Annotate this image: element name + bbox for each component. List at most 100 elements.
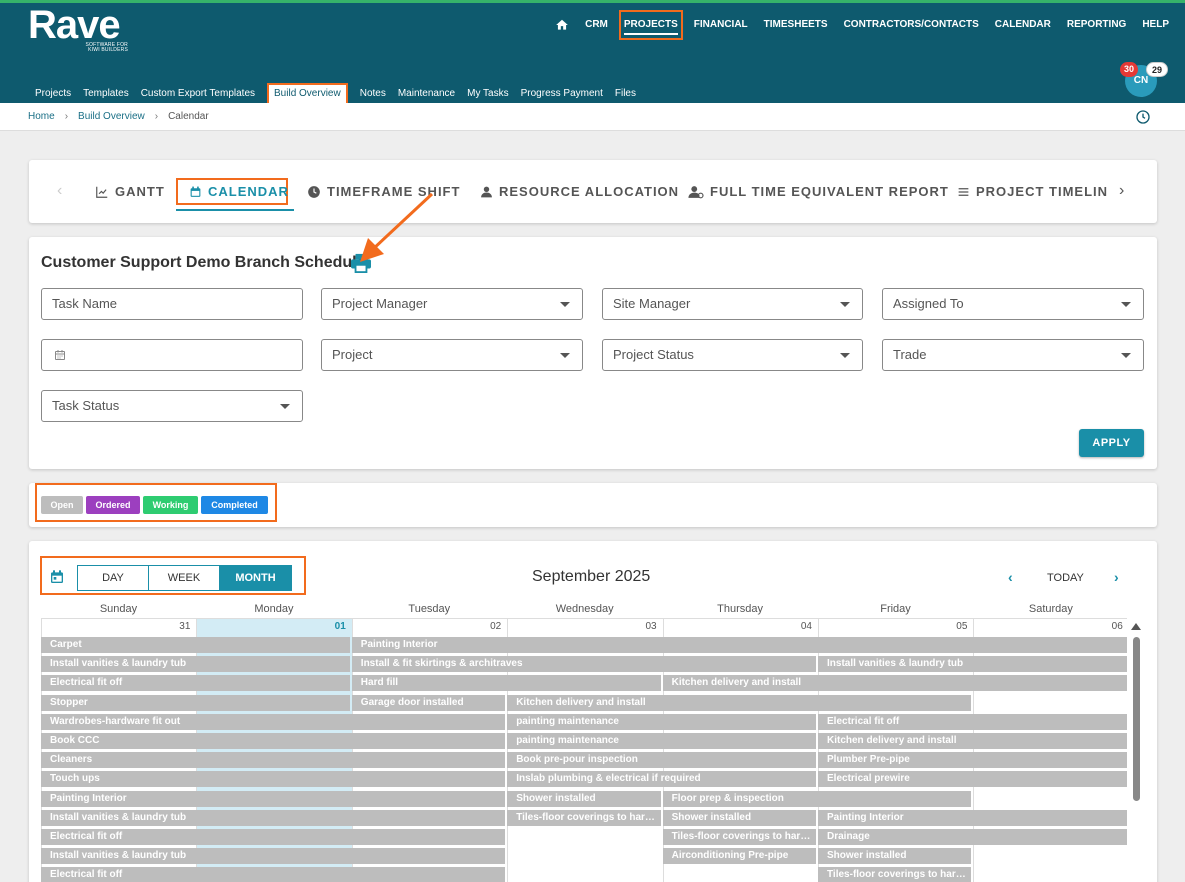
tab-gantt[interactable]: GANTT [95, 184, 165, 199]
task-status-select[interactable]: Task Status [41, 390, 303, 422]
subnav-notes[interactable]: Notes [360, 85, 386, 103]
tabs-prev-chevron-icon[interactable]: ‹ [57, 182, 62, 200]
nav-help[interactable]: HELP [1142, 15, 1169, 35]
calendar-card: DAY WEEK MONTH September 2025 ‹ TODAY › … [29, 541, 1157, 882]
subnav-my-tasks[interactable]: My Tasks [467, 85, 509, 103]
trade-select[interactable]: Trade [882, 339, 1144, 371]
calendar-event[interactable]: Book CCC [41, 733, 506, 749]
day-number[interactable]: 04 [663, 621, 812, 632]
calendar-event[interactable]: Stopper [41, 694, 350, 711]
tab-resource-allocation[interactable]: RESOURCE ALLOCATION [480, 184, 679, 199]
calendar-event[interactable]: Tiles-floor coverings to hard surfaces [662, 829, 816, 845]
calendar-event[interactable]: Install vanities & laundry tub [818, 656, 1127, 673]
calendar-event[interactable]: Painting Interior [818, 809, 1127, 826]
calendar-event[interactable]: Plumber Pre-pipe [818, 752, 1127, 769]
calendar-event[interactable]: Wardrobes-hardware fit out [41, 713, 506, 730]
site-manager-select[interactable]: Site Manager [602, 288, 863, 320]
tab-full-time-equivalent-report[interactable]: FULL TIME EQUIVALENT REPORT [688, 184, 949, 199]
calendar-event[interactable]: Kitchen delivery and install [662, 675, 1127, 692]
home-icon[interactable] [555, 18, 569, 32]
assigned-to-select[interactable]: Assigned To [882, 288, 1144, 320]
breadcrumb-build-overview[interactable]: Build Overview [78, 111, 145, 122]
calendar-event[interactable]: Drainage [818, 829, 1127, 845]
nav-financial[interactable]: FINANCIAL [694, 15, 748, 35]
calendar-event[interactable]: Tiles-floor coverings to hard surfaces [818, 867, 972, 882]
calendar-event[interactable]: Kitchen delivery and install [507, 694, 972, 711]
calendar-event[interactable]: Install vanities & laundry tub [41, 848, 506, 865]
day-number[interactable]: 03 [507, 621, 656, 632]
calendar-event[interactable]: painting maintenance [507, 733, 816, 749]
date-range-input[interactable] [41, 339, 303, 371]
subnav-projects[interactable]: Projects [35, 85, 71, 103]
calendar-event[interactable]: painting maintenance [507, 713, 816, 730]
tab-calendar[interactable]: CALENDAR [189, 184, 289, 199]
subnav-custom-export-templates[interactable]: Custom Export Templates [141, 85, 255, 103]
tabs-next-chevron-icon[interactable]: › [1119, 182, 1124, 200]
chevron-down-icon [560, 302, 570, 307]
scroll-up-icon[interactable] [1131, 623, 1141, 630]
day-number[interactable]: 31 [41, 621, 190, 632]
calendar-event[interactable]: Shower installed [662, 809, 816, 826]
calendar-event[interactable]: Airconditioning Pre-pipe [662, 848, 816, 865]
calendar-event[interactable]: Electrical fit off [41, 829, 506, 845]
nav-contractors-contacts[interactable]: CONTRACTORS/CONTACTS [844, 15, 979, 35]
nav-timesheets[interactable]: TIMESHEETS [764, 15, 828, 35]
project-select[interactable]: Project [321, 339, 583, 371]
day-number[interactable]: 05 [818, 621, 967, 632]
subnav-files[interactable]: Files [615, 85, 636, 103]
calendar-event[interactable]: Shower installed [507, 790, 661, 807]
breadcrumb: Home › Build Overview › Calendar [28, 111, 209, 122]
calendar-event[interactable]: Electrical fit off [41, 675, 350, 692]
project-manager-select[interactable]: Project Manager [321, 288, 583, 320]
calendar-icon [55, 350, 65, 360]
day-number[interactable]: 01 [196, 621, 346, 632]
day-number[interactable]: 06 [973, 621, 1123, 632]
scrollbar-thumb[interactable] [1133, 637, 1140, 801]
subnav-progress-payment[interactable]: Progress Payment [521, 85, 603, 103]
calendar-event[interactable]: Hard fill [351, 675, 661, 692]
subnav-maintenance[interactable]: Maintenance [398, 85, 455, 103]
calendar-event[interactable]: Cleaners [41, 752, 506, 769]
prev-month-chevron-icon[interactable]: ‹ [1008, 569, 1013, 585]
tab-project-timeline[interactable]: PROJECT TIMELIN [957, 184, 1108, 199]
nav-projects[interactable]: PROJECTS [618, 10, 683, 40]
next-month-chevron-icon[interactable]: › [1114, 569, 1119, 585]
task-name-input[interactable]: Task Name [41, 288, 303, 320]
calendar-event[interactable]: Book pre-pour inspection [507, 752, 816, 769]
calendar-event[interactable]: Install & fit skirtings & architraves [351, 656, 816, 673]
calendar-event[interactable]: Inslab plumbing & electrical if required [507, 771, 816, 788]
calendar-event[interactable]: Painting Interior [351, 637, 1127, 653]
calendar-icon[interactable] [49, 569, 65, 585]
calendar-event[interactable]: Kitchen delivery and install [818, 733, 1127, 749]
calendar-event[interactable]: Install vanities & laundry tub [41, 656, 350, 673]
view-month-button[interactable]: MONTH [219, 565, 292, 591]
message-badge[interactable]: 29 [1146, 62, 1168, 77]
calendar-event[interactable]: Painting Interior [41, 790, 506, 807]
calendar-event[interactable]: Floor prep & inspection [662, 790, 972, 807]
nav-calendar[interactable]: CALENDAR [995, 15, 1051, 35]
project-status-select[interactable]: Project Status [602, 339, 863, 371]
calendar-event[interactable]: Install vanities & laundry tub [41, 809, 506, 826]
nav-crm[interactable]: CRM [585, 15, 608, 35]
project-label: Project [332, 347, 373, 362]
view-week-button[interactable]: WEEK [148, 565, 220, 591]
nav-reporting[interactable]: REPORTING [1067, 15, 1126, 35]
calendar-event[interactable]: Touch ups [41, 771, 506, 788]
calendar-event[interactable]: Garage door installed [351, 694, 506, 711]
view-day-button[interactable]: DAY [77, 565, 149, 591]
calendar-event[interactable]: Electrical prewire [818, 771, 1127, 788]
day-number[interactable]: 02 [352, 621, 501, 632]
apply-button[interactable]: APPLY [1079, 429, 1144, 457]
calendar-event[interactable]: Electrical fit off [41, 867, 506, 882]
today-button[interactable]: TODAY [1047, 572, 1084, 584]
rave-logo[interactable]: Rave SOFTWARE FOR KIWI BUILDERS [28, 5, 128, 53]
subnav-templates[interactable]: Templates [83, 85, 129, 103]
clock-icon[interactable] [1135, 109, 1151, 125]
subnav-build-overview[interactable]: Build Overview [267, 83, 348, 105]
notification-badge[interactable]: 30 [1120, 62, 1138, 77]
calendar-event[interactable]: Electrical fit off [818, 713, 1127, 730]
breadcrumb-home[interactable]: Home [28, 111, 55, 122]
calendar-event[interactable]: Tiles-floor coverings to hard surfaces [507, 809, 661, 826]
calendar-event[interactable]: Shower installed [818, 848, 972, 865]
calendar-event[interactable]: Carpet [41, 637, 350, 653]
